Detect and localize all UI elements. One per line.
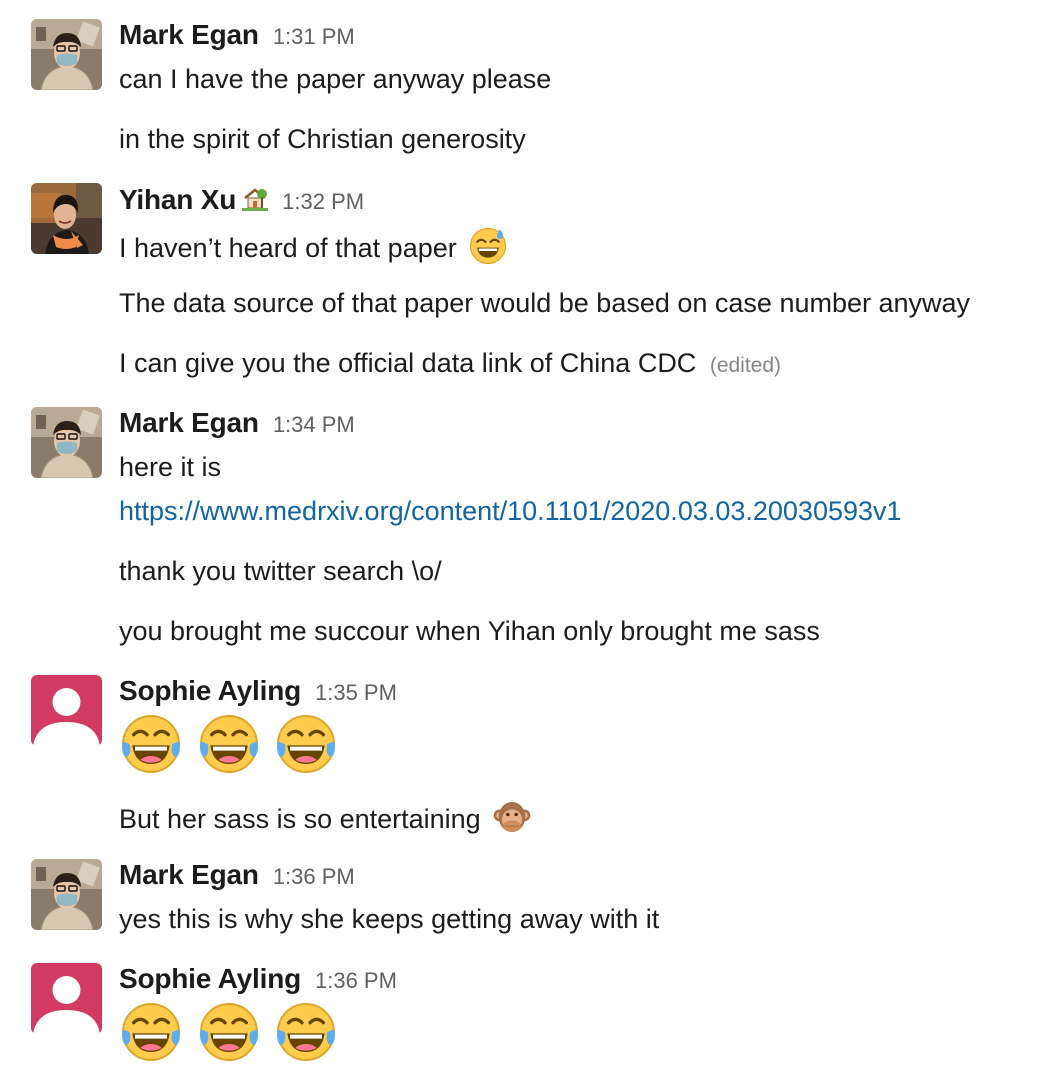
- joy-emoji-icon[interactable]: [197, 712, 261, 784]
- message-text-content: I haven’t heard of that paper: [119, 233, 457, 264]
- sweat-smile-emoji-icon[interactable]: [468, 226, 508, 274]
- message-text-content: I can give you the official data link of…: [119, 348, 697, 378]
- author-name[interactable]: Sophie Ayling: [119, 963, 301, 995]
- message-text: can I have the paper anyway please: [119, 64, 552, 94]
- message-text: here it is: [119, 452, 222, 482]
- timestamp[interactable]: 1:35 PM: [315, 680, 397, 706]
- chat-window: { "messages": [ { "author": "Mark Egan",…: [0, 0, 1064, 1074]
- message-header: Sophie Ayling 1:35 PM: [119, 675, 397, 707]
- message-link[interactable]: https://www.medrxiv.org/content/10.1101/…: [119, 494, 902, 528]
- joy-emoji-icon[interactable]: [119, 712, 183, 784]
- message-text: I can give you the official data link of…: [119, 346, 781, 383]
- joy-emoji-icon[interactable]: [119, 1000, 183, 1072]
- avatar[interactable]: [31, 407, 102, 478]
- joy-emoji-icon[interactable]: [274, 712, 338, 784]
- edited-label: (edited): [709, 354, 782, 377]
- house-with-garden-icon[interactable]: [242, 186, 269, 212]
- avatar[interactable]: [31, 963, 102, 1034]
- author-name[interactable]: Mark Egan: [119, 407, 259, 439]
- message-text: you brought me succour when Yihan only b…: [119, 616, 820, 646]
- message-text: in the spirit of Christian generosity: [119, 124, 526, 154]
- author-name[interactable]: Sophie Ayling: [119, 675, 301, 707]
- timestamp[interactable]: 1:36 PM: [273, 864, 355, 890]
- message-header: Mark Egan 1:31 PM: [119, 19, 355, 51]
- joy-emoji-icon[interactable]: [274, 1000, 338, 1072]
- avatar[interactable]: [31, 859, 102, 930]
- avatar[interactable]: [31, 675, 102, 746]
- timestamp[interactable]: 1:32 PM: [282, 189, 364, 215]
- jumbo-emoji-row: [119, 712, 338, 776]
- message-header: Mark Egan 1:36 PM: [119, 859, 355, 891]
- message-header: Mark Egan 1:34 PM: [119, 407, 355, 439]
- timestamp[interactable]: 1:36 PM: [315, 968, 397, 994]
- timestamp[interactable]: 1:34 PM: [273, 412, 355, 438]
- message-text-content: But her sass is so entertaining: [119, 804, 481, 835]
- avatar[interactable]: [31, 19, 102, 90]
- avatar[interactable]: [31, 183, 102, 254]
- message-header: Yihan Xu 1:32 PM: [119, 183, 364, 215]
- joy-emoji-icon[interactable]: [197, 1000, 261, 1072]
- message-text: But her sass is so entertaining: [119, 797, 532, 845]
- speak-no-evil-monkey-emoji-icon[interactable]: [492, 797, 532, 845]
- message-text: I haven’t heard of that paper: [119, 226, 508, 274]
- jumbo-emoji-row: [119, 1000, 338, 1064]
- timestamp[interactable]: 1:31 PM: [273, 24, 355, 50]
- message-text: yes this is why she keeps getting away w…: [119, 904, 660, 934]
- message-text: The data source of that paper would be b…: [119, 288, 971, 318]
- message-header: Sophie Ayling 1:36 PM: [119, 963, 397, 995]
- message-text: thank you twitter search \o/: [119, 556, 442, 586]
- author-name[interactable]: Mark Egan: [119, 19, 259, 51]
- author-name[interactable]: Mark Egan: [119, 859, 259, 891]
- author-name[interactable]: Yihan Xu: [119, 184, 236, 216]
